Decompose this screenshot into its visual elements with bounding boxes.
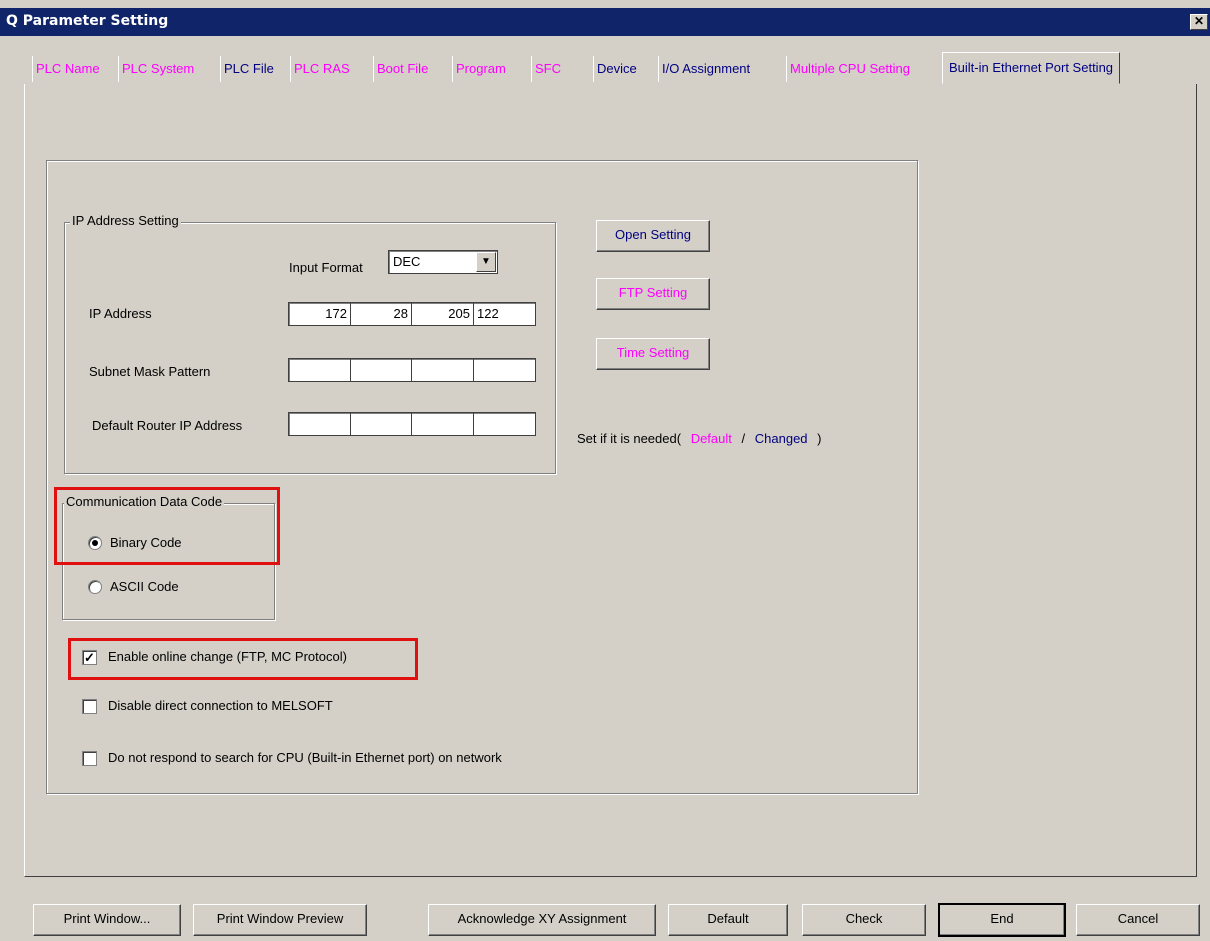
subnet-octet-4[interactable]	[474, 359, 535, 381]
subnet-octet-2[interactable]	[351, 359, 412, 381]
ip-octet-3[interactable]: 205	[412, 303, 474, 325]
default-router-field[interactable]	[288, 412, 536, 436]
default-router-label: Default Router IP Address	[92, 418, 243, 433]
print-window-button[interactable]: Print Window...	[33, 904, 181, 936]
router-octet-4[interactable]	[474, 413, 535, 435]
highlight-box-comm-code	[54, 487, 280, 565]
subnet-octet-1[interactable]	[289, 359, 351, 381]
acknowledge-xy-assignment-button[interactable]: Acknowledge XY Assignment	[428, 904, 656, 936]
ftp-setting-button[interactable]: FTP Setting	[596, 278, 710, 310]
default-button[interactable]: Default	[668, 904, 788, 936]
tab-plc-name[interactable]: PLC Name	[32, 56, 100, 82]
input-format-label: Input Format	[289, 260, 363, 275]
tab-plc-ras[interactable]: PLC RAS	[290, 56, 350, 82]
tab-built-in-ethernet[interactable]: Built-in Ethernet Port Setting	[942, 52, 1121, 84]
note-slash: /	[741, 431, 746, 446]
note-text: Set if it is needed( Default / Changed )	[577, 431, 822, 446]
tab-program[interactable]: Program	[452, 56, 506, 82]
subnet-mask-field[interactable]	[288, 358, 536, 382]
parameter-window: Q Parameter Setting ✕ PLC Name PLC Syste…	[0, 0, 1210, 941]
router-octet-3[interactable]	[412, 413, 474, 435]
ip-octet-2[interactable]: 28	[351, 303, 412, 325]
no-respond-search-checkbox[interactable]	[82, 751, 97, 766]
note-prefix: Set if it is needed(	[577, 431, 682, 446]
check-button[interactable]: Check	[802, 904, 926, 936]
tab-boot-file[interactable]: Boot File	[373, 56, 428, 82]
note-changed: Changed	[754, 431, 808, 446]
ip-address-field[interactable]: 172 28 205 122	[288, 302, 536, 326]
ip-address-label: IP Address	[89, 306, 152, 321]
end-button[interactable]: End	[938, 903, 1066, 937]
tab-device[interactable]: Device	[593, 56, 637, 82]
ascii-code-radio[interactable]	[88, 580, 102, 594]
no-respond-search-label[interactable]: Do not respond to search for CPU (Built-…	[108, 750, 502, 765]
subnet-octet-3[interactable]	[412, 359, 474, 381]
window-title: Q Parameter Setting	[6, 13, 169, 29]
tab-plc-system[interactable]: PLC System	[118, 56, 194, 82]
open-setting-button[interactable]: Open Setting	[596, 220, 710, 252]
ip-octet-1[interactable]: 172	[289, 303, 351, 325]
tab-io-assignment[interactable]: I/O Assignment	[658, 56, 750, 82]
router-octet-2[interactable]	[351, 413, 412, 435]
ip-octet-4[interactable]: 122	[474, 303, 535, 325]
ascii-code-label[interactable]: ASCII Code	[110, 579, 179, 594]
ip-address-setting-legend: IP Address Setting	[70, 213, 181, 228]
note-default: Default	[690, 431, 732, 446]
cancel-button[interactable]: Cancel	[1076, 904, 1200, 936]
tab-multiple-cpu[interactable]: Multiple CPU Setting	[786, 56, 910, 82]
subnet-mask-label: Subnet Mask Pattern	[89, 364, 211, 379]
input-format-value: DEC	[393, 254, 421, 269]
router-octet-1[interactable]	[289, 413, 351, 435]
print-window-preview-button[interactable]: Print Window Preview	[193, 904, 367, 936]
note-suffix: )	[817, 431, 822, 446]
tab-sfc[interactable]: SFC	[531, 56, 561, 82]
chevron-down-icon[interactable]: ▼	[476, 252, 496, 272]
tab-plc-file[interactable]: PLC File	[220, 56, 274, 82]
disable-direct-connection-label[interactable]: Disable direct connection to MELSOFT	[108, 698, 333, 713]
time-setting-button[interactable]: Time Setting	[596, 338, 710, 370]
disable-direct-connection-checkbox[interactable]	[82, 699, 97, 714]
close-icon[interactable]: ✕	[1190, 14, 1208, 30]
title-bar: Q Parameter Setting ✕	[0, 8, 1210, 36]
highlight-box-online-change	[68, 638, 418, 680]
input-format-select[interactable]: DEC ▼	[388, 250, 498, 274]
